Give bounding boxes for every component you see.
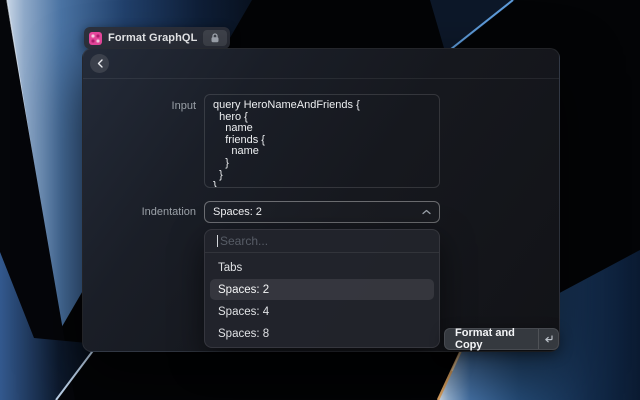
- dropdown-option-spaces-2[interactable]: Spaces: 2: [210, 279, 434, 300]
- indentation-dropdown-value: Spaces: 2: [213, 206, 262, 218]
- indentation-field-label: Indentation: [83, 206, 196, 218]
- format-and-copy-label: Format and Copy: [445, 327, 538, 351]
- indentation-dropdown[interactable]: Spaces: 2: [204, 201, 440, 223]
- window-header: [83, 49, 559, 79]
- lock-icon: [203, 30, 227, 46]
- enter-key-icon: [538, 329, 558, 349]
- dropdown-options-list: Tabs Spaces: 2 Spaces: 4 Spaces: 8: [205, 253, 439, 348]
- command-tag: Format GraphQL: [84, 27, 230, 49]
- input-field-label: Input: [83, 100, 196, 112]
- back-button[interactable]: [90, 54, 109, 73]
- command-tag-label: Format GraphQL: [108, 32, 197, 44]
- dropdown-option-tabs[interactable]: Tabs: [210, 257, 434, 278]
- chevron-left-icon: [97, 59, 103, 68]
- desktop: Format GraphQL Input query HeroNameAndFr…: [0, 0, 640, 400]
- chevron-up-icon: [422, 209, 431, 215]
- indentation-dropdown-panel: Tabs Spaces: 2 Spaces: 4 Spaces: 8: [204, 229, 440, 348]
- dropdown-option-spaces-4[interactable]: Spaces: 4: [210, 301, 434, 322]
- format-and-copy-button[interactable]: Format and Copy: [444, 328, 559, 350]
- dropdown-search-row: [205, 230, 439, 253]
- graphql-input-textarea[interactable]: query HeroNameAndFriends { hero { name f…: [204, 94, 440, 188]
- dropdown-search-input[interactable]: [220, 234, 427, 248]
- format-graphql-window: Input query HeroNameAndFriends { hero { …: [82, 48, 560, 352]
- text-cursor: [217, 235, 218, 247]
- graphql-extension-icon: [89, 32, 102, 45]
- dropdown-option-spaces-8[interactable]: Spaces: 8: [210, 323, 434, 344]
